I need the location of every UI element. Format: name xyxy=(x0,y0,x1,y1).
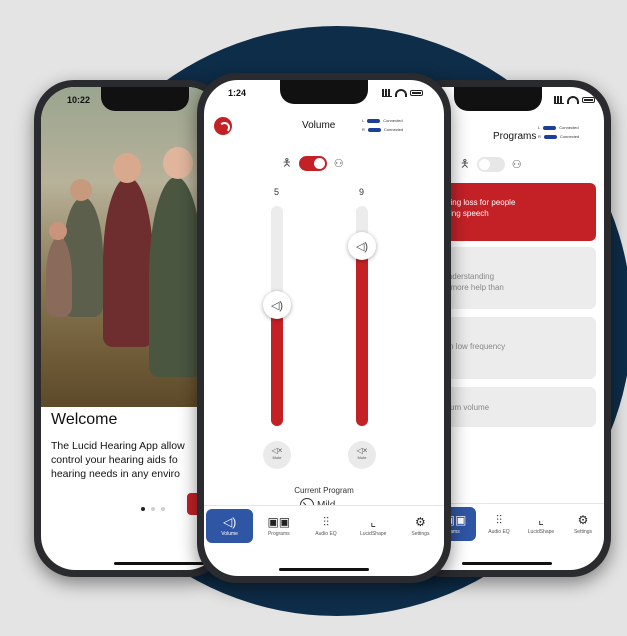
home-indicator xyxy=(279,568,369,571)
gear-icon: ⚙ xyxy=(415,514,426,529)
tab-audio-eq[interactable]: ⫶⫶ Audio EQ xyxy=(478,504,520,544)
tab-settings[interactable]: ⚙ Settings xyxy=(562,504,604,544)
gear-icon: ⚙ xyxy=(577,512,589,527)
left-volume-handle[interactable]: ◁) xyxy=(263,291,291,319)
status-bar-icons xyxy=(382,89,423,97)
tab-label: Audio EQ xyxy=(315,530,337,537)
right-volume-handle[interactable]: ◁) xyxy=(348,232,376,260)
tab-label: LucidShape xyxy=(527,528,555,535)
tab-label: Programs xyxy=(267,530,290,537)
status-bar-icons xyxy=(554,96,595,104)
two-persons-icon: ⚇ xyxy=(511,159,522,171)
mute-icon: ◁× xyxy=(356,446,368,455)
home-indicator xyxy=(114,562,204,565)
notch xyxy=(280,80,368,104)
bilateral-switch[interactable] xyxy=(476,157,505,172)
status-time: 1:24 xyxy=(228,88,247,98)
tab-audio-eq[interactable]: ⫶⫶ Audio EQ xyxy=(302,506,349,546)
home-indicator xyxy=(462,562,552,565)
tab-label: LucidShape xyxy=(360,530,387,537)
equalizer-icon: ⫶⫶ xyxy=(495,512,502,527)
mute-icon: ◁× xyxy=(271,446,283,455)
tab-lucidshape[interactable]: ⌞ LucidShape xyxy=(350,506,397,546)
single-person-icon: 🯅 xyxy=(460,158,470,170)
tab-bar: ◁) Volume ▣▣ Programs ⫶⫶ Audio EQ ⌞ LucidShape ⚙… xyxy=(204,505,444,546)
aid-toggle-row: 🯅 ⚇ xyxy=(460,155,522,174)
chart-icon: ⌞ xyxy=(370,514,377,529)
tab-lucidshape[interactable]: ⌞ LucidShape xyxy=(520,504,562,544)
current-program-caption: Current Program xyxy=(294,486,354,495)
connection-status: L Connected R Connected xyxy=(538,125,580,139)
connection-status: L Connected R Connected xyxy=(362,118,404,132)
volume-screen: 1:24 Volume L Connected R Connected 🯅 ⚇ 5 … xyxy=(204,80,444,576)
tab-label: Settings xyxy=(573,528,593,535)
single-person-icon: 🯅 xyxy=(282,157,292,169)
aid-toggle-row: 🯅 ⚇ xyxy=(282,154,344,173)
right-volume-fill xyxy=(356,246,368,426)
bilateral-switch[interactable] xyxy=(298,156,327,171)
status-time: 10:22 xyxy=(67,95,91,105)
left-volume-value: 5 xyxy=(274,187,280,197)
grid-icon: ▣▣ xyxy=(267,514,291,529)
notch xyxy=(101,87,189,111)
left-volume-fill xyxy=(271,305,283,426)
tab-volume[interactable]: ◁) Volume xyxy=(206,509,254,543)
tab-label: ams xyxy=(450,528,460,535)
left-mute-button[interactable]: ◁× Mute xyxy=(263,441,291,469)
page-dots[interactable] xyxy=(141,507,165,511)
two-persons-icon: ⚇ xyxy=(333,158,344,170)
equalizer-icon: ⫶⫶ xyxy=(323,514,330,529)
tab-label: Audio EQ xyxy=(488,528,510,535)
welcome-title: Welcome xyxy=(51,411,118,428)
right-volume-value: 9 xyxy=(359,187,365,197)
tab-settings[interactable]: ⚙ Settings xyxy=(397,506,444,546)
right-mute-button[interactable]: ◁× Mute xyxy=(348,441,376,469)
tab-label: Volume xyxy=(221,530,238,537)
tab-label: Settings xyxy=(411,530,430,537)
promo-stage: Programs LConnected RConnected 🯅 ⚇ mmon … xyxy=(0,0,627,636)
tab-programs[interactable]: ▣▣ Programs xyxy=(255,506,302,546)
welcome-body: The Lucid Hearing App allow control your… xyxy=(51,440,185,480)
page-title: Volume xyxy=(302,120,336,131)
family-photo xyxy=(41,87,221,407)
lucid-logo xyxy=(214,117,232,135)
phone-volume: 1:24 Volume L Connected R Connected 🯅 ⚇ 5 … xyxy=(197,73,451,583)
page-title: Programs xyxy=(493,131,537,142)
notch xyxy=(454,87,542,111)
speaker-icon: ◁) xyxy=(222,514,237,529)
welcome-screen: 10:22 Welcome The Lucid Hearing App allo… xyxy=(41,87,221,570)
chart-icon: ⌞ xyxy=(538,512,544,527)
